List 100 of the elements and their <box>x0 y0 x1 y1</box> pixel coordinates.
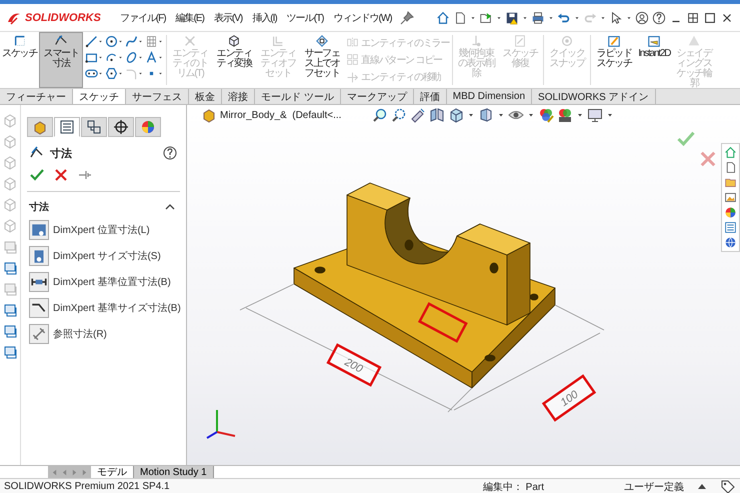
globe-icon[interactable] <box>724 236 737 249</box>
menu-item[interactable]: ファイル(F) <box>116 8 169 26</box>
panel-tab[interactable] <box>54 117 80 137</box>
highlight-box <box>418 302 468 343</box>
pin-icon[interactable] <box>398 10 415 26</box>
display-icon[interactable] <box>2 302 18 318</box>
caret-icon[interactable] <box>158 71 164 76</box>
menu-item[interactable]: 編集(E) <box>172 8 207 26</box>
caret-icon[interactable] <box>467 111 476 119</box>
previous-view-icon[interactable] <box>410 107 426 123</box>
sketch-button[interactable]: スケッチ <box>0 32 40 88</box>
cancel-icon[interactable] <box>53 167 69 183</box>
caret-icon[interactable] <box>98 55 104 60</box>
color-wheel-icon[interactable] <box>724 206 737 219</box>
tile-windows-icon[interactable] <box>686 10 700 24</box>
caret-icon[interactable] <box>576 111 584 119</box>
caret-icon[interactable] <box>138 55 144 60</box>
view-orientation-icon[interactable] <box>448 107 464 123</box>
confirm-check-icon[interactable] <box>676 129 696 149</box>
save-icon[interactable] <box>505 10 519 24</box>
display-style-icon[interactable] <box>478 107 494 123</box>
caret-icon[interactable] <box>158 39 164 44</box>
panel-tab[interactable] <box>108 117 134 137</box>
rectangle-tool-icon[interactable] <box>85 51 98 64</box>
caret-icon[interactable] <box>98 39 104 44</box>
ribbon-button[interactable]: エンティティ変換 <box>212 32 256 88</box>
ellipse-tool-icon[interactable] <box>125 51 138 64</box>
caret-icon[interactable] <box>138 39 144 44</box>
help-icon[interactable] <box>162 145 178 161</box>
line-tool-icon[interactable] <box>85 35 98 48</box>
menu-item[interactable]: ウィンドウ(W) <box>330 8 395 26</box>
ribbon-button[interactable]: ラピッドスケッチ <box>592 32 636 88</box>
caret-icon[interactable] <box>497 111 506 119</box>
caret-icon[interactable] <box>118 71 124 76</box>
axis-triad-icon <box>206 410 236 439</box>
zoom-area-icon[interactable] <box>391 107 408 123</box>
arc-tool-icon[interactable] <box>105 51 118 64</box>
text-tool-icon[interactable] <box>145 51 158 64</box>
panel-tab[interactable] <box>81 117 107 137</box>
monitor-icon[interactable] <box>587 107 604 123</box>
tool-icon <box>346 70 360 84</box>
dimension-tool-item[interactable]: DimXpert 位置寸法(L) <box>21 217 186 243</box>
zoom-to-fit-icon[interactable] <box>372 107 388 123</box>
home-icon[interactable] <box>436 10 450 24</box>
caret-icon[interactable] <box>606 111 614 119</box>
undo-icon[interactable] <box>557 10 571 24</box>
caret-icon[interactable] <box>98 71 104 76</box>
model-tab[interactable]: Motion Study 1 <box>134 466 214 478</box>
menu-item[interactable]: ツール(T) <box>284 8 326 26</box>
caret-icon[interactable] <box>574 14 580 20</box>
caret-icon[interactable] <box>600 14 606 20</box>
caret-icon[interactable] <box>158 55 164 60</box>
check-icon[interactable] <box>29 167 45 183</box>
user-icon[interactable] <box>635 10 649 24</box>
tag-icon[interactable] <box>720 478 736 493</box>
slot-tool-icon[interactable] <box>85 67 98 80</box>
menu-item[interactable]: 表示(V) <box>210 8 246 26</box>
product-version: SOLIDWORKS Premium 2021 SP4.1 <box>4 481 170 492</box>
section-view-icon[interactable] <box>429 107 446 123</box>
dimension-tool-item[interactable]: DimXpert 基準サイズ寸法(B) <box>21 295 186 321</box>
smart-dimension-icon <box>54 34 68 48</box>
help-icon[interactable] <box>652 10 666 24</box>
dimension-tool-item[interactable]: DimXpert 基準位置寸法(B) <box>21 269 186 295</box>
dimension-tool-item[interactable]: 参照寸法(R) <box>21 321 186 347</box>
caret-icon[interactable] <box>138 71 144 76</box>
list-icon[interactable] <box>724 221 737 234</box>
open-folder-icon[interactable] <box>479 10 493 24</box>
folder-icon[interactable] <box>724 176 737 189</box>
image-icon[interactable] <box>724 191 737 204</box>
ribbon-tab[interactable]: スケッチ <box>73 89 126 104</box>
circle-tool-icon[interactable] <box>105 35 118 48</box>
caret-icon[interactable] <box>522 14 528 20</box>
maximize-icon[interactable] <box>703 10 717 24</box>
scene-icon[interactable] <box>557 107 574 123</box>
caret-icon[interactable] <box>626 14 632 20</box>
caret-icon[interactable] <box>118 55 124 60</box>
smart-dimension-button[interactable]: スマート寸法 <box>39 32 84 88</box>
polygon-tool-icon[interactable] <box>105 67 118 80</box>
ribbon-button[interactable]: サーフェス上でオフセット <box>300 32 344 88</box>
document-icon[interactable] <box>724 161 737 174</box>
caret-icon[interactable] <box>527 111 536 119</box>
sketch-icon <box>12 34 27 48</box>
caret-icon[interactable] <box>470 14 476 20</box>
tool-icon <box>346 53 360 66</box>
menu-item[interactable]: 挿入(I) <box>249 8 280 26</box>
appearance-icon[interactable] <box>538 107 554 123</box>
crosshair-icon <box>113 119 129 135</box>
layers-icon[interactable] <box>2 323 18 339</box>
caret-icon[interactable] <box>496 14 502 20</box>
spline-tool-icon[interactable] <box>125 35 138 48</box>
units-status[interactable]: ユーザー定義 <box>624 480 684 493</box>
print-icon[interactable] <box>531 10 545 24</box>
caret-icon[interactable] <box>118 39 124 44</box>
sketch-select-icon[interactable] <box>2 260 18 276</box>
caret-icon[interactable] <box>548 14 554 20</box>
layers-icon[interactable] <box>2 344 18 360</box>
dimension-tool-item[interactable]: DimXpert サイズ寸法(S) <box>21 243 186 269</box>
select-pointer-icon[interactable] <box>609 10 623 24</box>
ribbon-button[interactable]: Instant2D <box>636 32 672 88</box>
new-document-icon[interactable] <box>453 10 467 24</box>
